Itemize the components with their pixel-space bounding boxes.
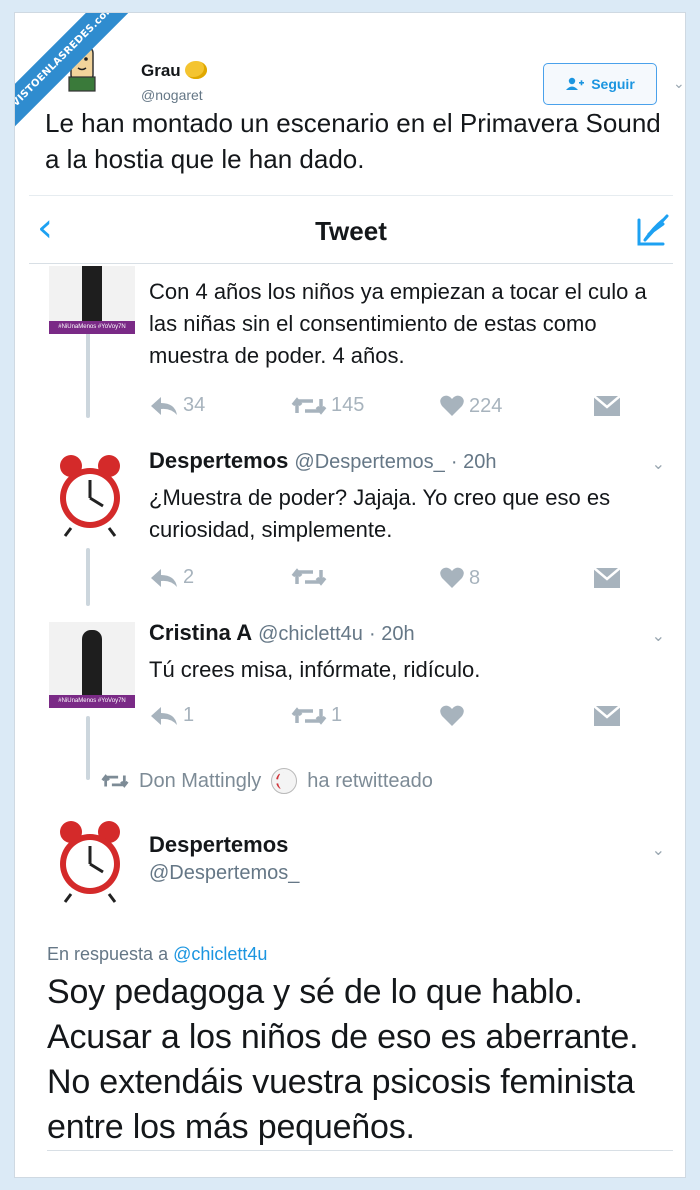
- chevron-down-icon[interactable]: ⌄: [652, 840, 665, 860]
- reply-icon: [151, 568, 177, 587]
- chevron-down-icon[interactable]: ⌄: [652, 454, 665, 474]
- baseball-emoji-icon: [271, 768, 298, 794]
- tweet-actions: 34 145 224: [149, 394, 621, 422]
- reply-button[interactable]: 34: [149, 394, 205, 417]
- alarm-clock-icon[interactable]: [57, 818, 123, 904]
- embedded-tweet-screenshot: ‹ Tweet #NiUnaMenos #YoVoy7N Con 4 años …: [29, 195, 673, 1177]
- tweet-text: Tú crees misa, infórmate, ridículo.: [149, 657, 481, 682]
- retweet-count: 1: [331, 704, 343, 726]
- like-button[interactable]: 8: [439, 566, 480, 590]
- main-tweet-text: Soy pedagoga y sé de lo que hablo. Acusa…: [47, 970, 667, 1150]
- tweet-author[interactable]: Despertemos @Despertemos_ · 20h: [149, 448, 496, 474]
- screenshot-frame: VISTOENLASREDES.com Grau @nogaret Seguir…: [14, 12, 686, 1178]
- chevron-down-icon[interactable]: ⌄: [652, 626, 665, 646]
- tweet-text: ¿Muestra de poder? Jajaja. Yo creo que e…: [149, 485, 611, 542]
- like-button[interactable]: [439, 704, 469, 728]
- main-tweet-handle[interactable]: @Despertemos_: [149, 862, 299, 885]
- reply-icon: [151, 396, 177, 415]
- tweet-actions: 2 8: [149, 566, 621, 594]
- outer-tweet-header: Grau @nogaret Seguir ⌄: [49, 37, 685, 107]
- like-button[interactable]: 224: [439, 394, 502, 418]
- reply-count: 1: [183, 704, 195, 726]
- compose-icon[interactable]: [633, 210, 673, 250]
- outer-tweet-text: Le han montado un escenario en el Primav…: [45, 108, 661, 174]
- alarm-clock-icon[interactable]: [57, 452, 123, 538]
- outer-author-name[interactable]: Grau: [141, 61, 207, 81]
- tweet-handle[interactable]: @chiclett4u: [258, 623, 363, 645]
- reply-mention-link[interactable]: @chiclett4u: [173, 944, 267, 964]
- direct-message-icon[interactable]: [593, 704, 621, 728]
- retweet-button[interactable]: 1: [291, 704, 342, 727]
- tweet-handle[interactable]: @Despertemos_: [294, 451, 444, 473]
- like-count: 224: [469, 394, 503, 417]
- lemon-emoji-icon: [184, 61, 207, 79]
- retweet-suffix: ha retwitteado: [307, 769, 433, 792]
- reply-count: 2: [183, 566, 195, 588]
- tweet-text: Con 4 años los niños ya empiezan a tocar…: [149, 279, 647, 368]
- chevron-down-icon[interactable]: ⌄: [673, 75, 685, 92]
- tweet-time[interactable]: · 20h: [451, 451, 497, 473]
- retweet-button[interactable]: [291, 566, 331, 588]
- main-tweet-line: No extendáis vuestra psicosis feminista: [47, 1063, 635, 1101]
- main-tweet-line: entre los más pequeños.: [47, 1108, 415, 1146]
- heart-icon: [440, 395, 464, 416]
- heart-icon: [440, 705, 464, 726]
- retweet-icon: [291, 706, 327, 725]
- like-count: 8: [469, 566, 481, 589]
- add-user-icon: [566, 77, 585, 90]
- direct-message-icon[interactable]: [593, 566, 621, 590]
- outer-author-handle[interactable]: @nogaret: [141, 87, 203, 103]
- tweet-time[interactable]: · 20h: [369, 623, 415, 645]
- reply-button[interactable]: 1: [149, 704, 194, 727]
- reply-icon: [151, 706, 177, 725]
- retweet-count: 145: [331, 394, 365, 416]
- avatar-tag: #NiUnaMenos #YoVoy7N: [49, 321, 135, 334]
- retweet-icon: [101, 774, 129, 788]
- thread-connector: [86, 716, 90, 780]
- tweet-actions: 1 1: [149, 704, 621, 732]
- reply-context: En respuesta a @chiclett4u: [47, 944, 268, 964]
- main-tweet-line: Soy pedagoga y sé de lo que hablo.: [47, 973, 583, 1011]
- follow-button[interactable]: Seguir: [543, 63, 657, 105]
- avatar-tag: #NiUnaMenos #YoVoy7N: [49, 695, 135, 708]
- follow-button-label: Seguir: [591, 76, 635, 92]
- retweeted-by-line[interactable]: Don Mattingly ha retwitteado: [101, 768, 433, 794]
- direct-message-icon[interactable]: [593, 394, 621, 418]
- page-title: Tweet: [315, 216, 387, 246]
- main-tweet-line: Acusar a los niños de eso es aberrante.: [47, 1018, 639, 1056]
- heart-icon: [440, 567, 464, 588]
- retweet-button[interactable]: 145: [291, 394, 364, 417]
- avatar[interactable]: #NiUnaMenos #YoVoy7N: [49, 266, 135, 334]
- avatar[interactable]: #NiUnaMenos #YoVoy7N: [49, 622, 135, 708]
- thread-connector: [86, 548, 90, 606]
- retweet-icon: [291, 396, 327, 415]
- tweet-author[interactable]: Cristina A @chiclett4u · 20h: [149, 620, 415, 646]
- main-tweet-author[interactable]: Despertemos: [149, 832, 288, 858]
- tweet-nav-bar: ‹ Tweet: [29, 196, 673, 264]
- retweet-icon: [291, 568, 327, 586]
- reply-button[interactable]: 2: [149, 566, 194, 589]
- reply-count: 34: [183, 394, 206, 416]
- retweeter-name[interactable]: Don Mattingly: [139, 770, 261, 793]
- divider: [47, 1150, 673, 1151]
